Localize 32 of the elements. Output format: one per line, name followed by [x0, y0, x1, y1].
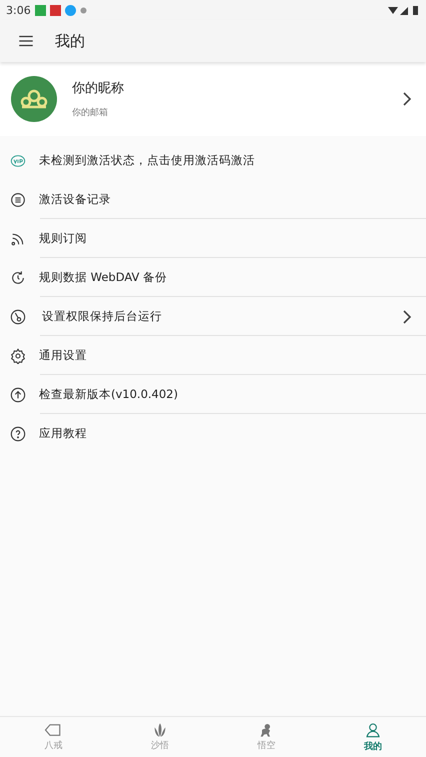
upload-circle-icon: [10, 386, 26, 402]
menu-item[interactable]: 规则数据 WebDAV 备份: [0, 258, 426, 297]
menu-item[interactable]: 未检测到激活状态，点击使用激活码激活: [0, 141, 426, 180]
menu-item[interactable]: 通用设置: [0, 336, 426, 375]
list-circle-icon: [10, 192, 26, 208]
avatar: [11, 76, 57, 122]
app-notification-icon: [80, 6, 87, 14]
tag-icon: [44, 722, 62, 738]
app-notification-icon: [34, 4, 46, 16]
email: 你的邮箱: [72, 106, 109, 119]
menu-item[interactable]: 规则订阅: [0, 219, 426, 258]
vip-icon: [10, 152, 26, 168]
app-notification-icon: [50, 4, 61, 16]
leaf-icon: [152, 722, 168, 738]
menu-item[interactable]: 应用教程: [0, 414, 426, 453]
chevron-right-icon: [402, 310, 412, 324]
person-icon: [364, 721, 381, 739]
settings-icon: [10, 348, 26, 364]
menu-item[interactable]: 检查最新版本(v10.0.402): [0, 375, 426, 414]
nav-tab[interactable]: 我的: [320, 717, 426, 757]
history-icon: [10, 270, 26, 286]
chevron-right-icon: [402, 92, 412, 106]
menu-item[interactable]: 激活设备记录: [0, 180, 426, 219]
system-status-icons: [388, 4, 420, 16]
nickname: 你的昵称: [72, 80, 125, 97]
help-icon: [10, 426, 26, 442]
app-notification-icon: [64, 4, 76, 16]
app-bar-title: 我的: [55, 32, 85, 50]
status-time: 3:06: [6, 4, 31, 16]
wrench-circle-icon: [10, 308, 26, 324]
profile-card[interactable]: 你的昵称 你的邮箱: [0, 62, 426, 136]
menu-item[interactable]: 设置权限保持后台运行: [0, 297, 426, 336]
